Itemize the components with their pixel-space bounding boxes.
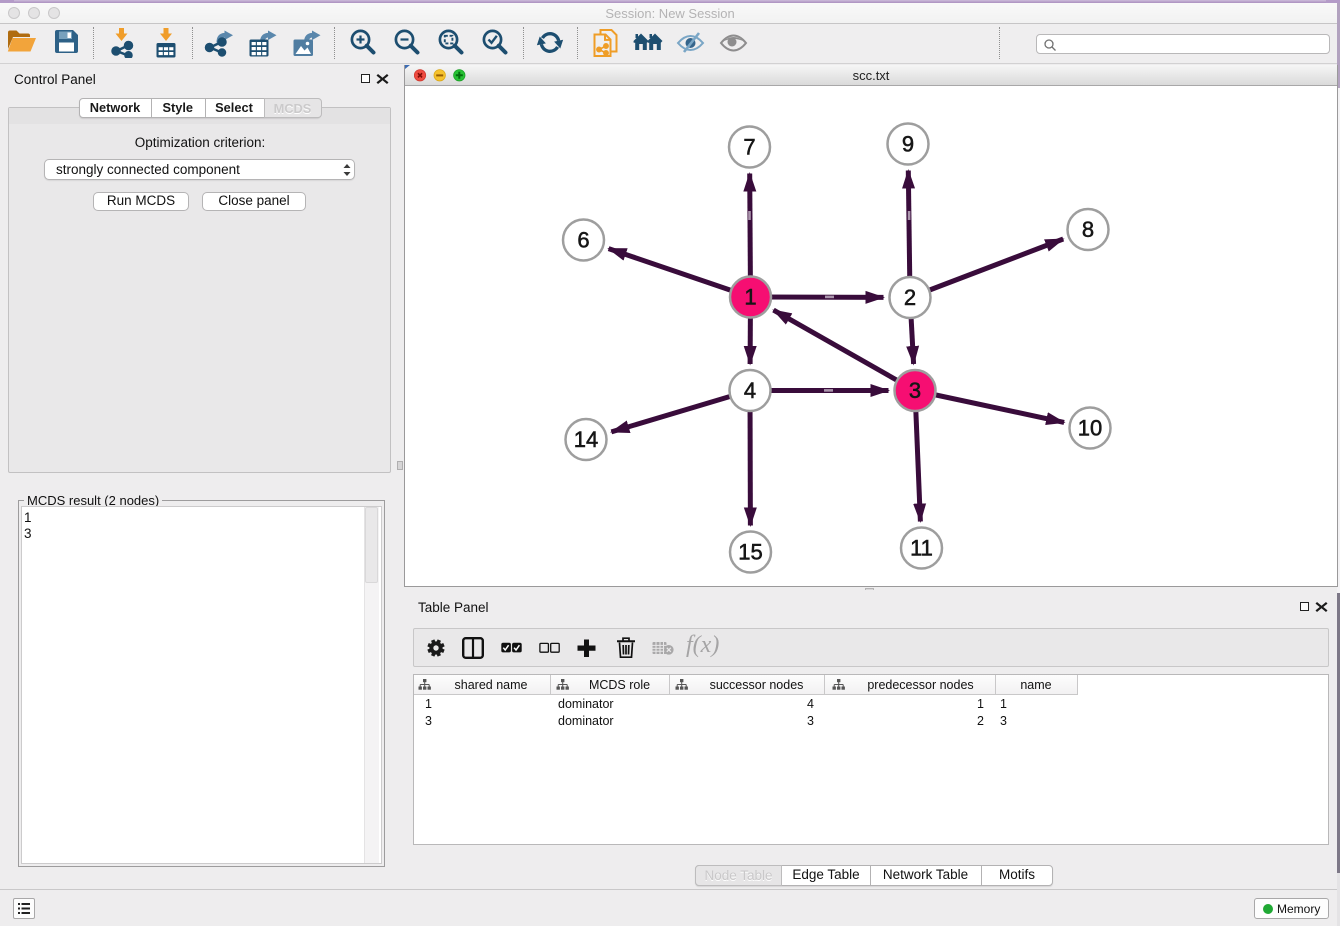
svg-text:15: 15 xyxy=(738,540,762,565)
svg-text:4: 4 xyxy=(744,378,756,403)
svg-text:1: 1 xyxy=(744,285,756,310)
svg-text:2: 2 xyxy=(904,285,916,310)
svg-text:14: 14 xyxy=(574,427,598,452)
svg-text:8: 8 xyxy=(1082,217,1094,242)
svg-text:10: 10 xyxy=(1078,416,1102,441)
svg-text:6: 6 xyxy=(577,228,589,253)
svg-text:7: 7 xyxy=(743,135,755,160)
svg-text:9: 9 xyxy=(902,132,914,157)
svg-text:11: 11 xyxy=(910,536,933,561)
svg-text:3: 3 xyxy=(909,378,921,403)
